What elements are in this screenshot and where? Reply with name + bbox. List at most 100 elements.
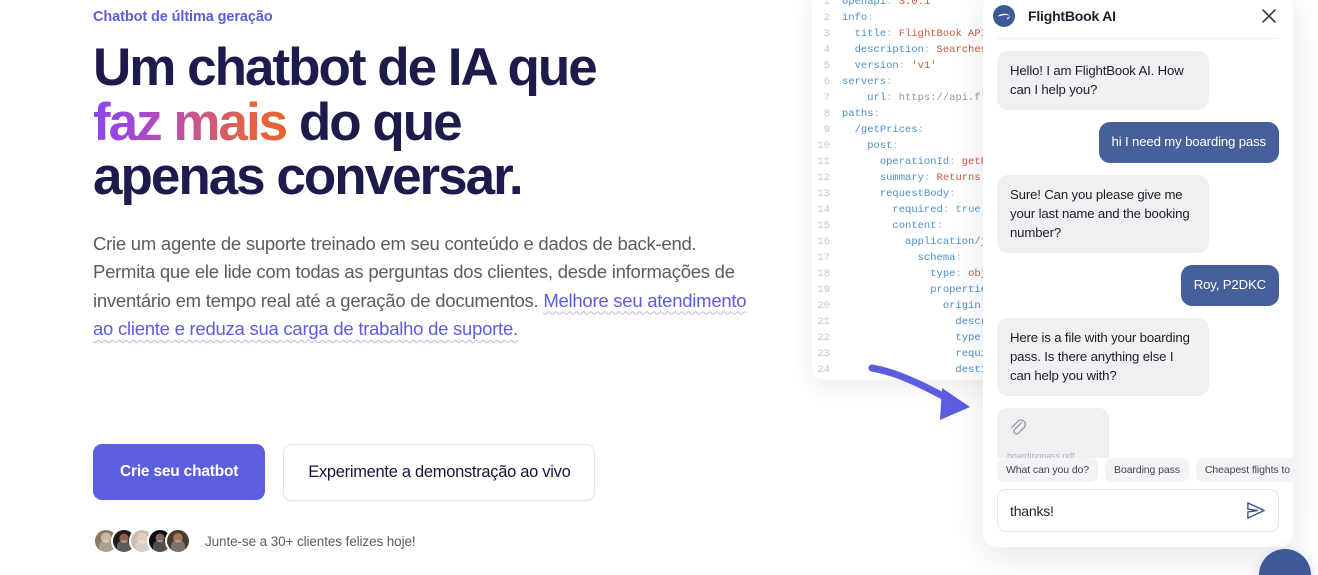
code-line: 18 type: obje [812, 266, 1002, 282]
hero-eyebrow: Chatbot de última geração [93, 9, 273, 25]
message-bubble: Sure! Can you please give me your last n… [997, 175, 1209, 254]
code-line-content: title: FlightBook API [854, 28, 987, 40]
headline-line-3: apenas conversar. [93, 147, 524, 207]
code-line-content: description: Searches [854, 44, 987, 56]
code-line-number: 15 [817, 220, 830, 232]
code-line-content: application/js [905, 236, 994, 248]
headline-gradient-text: faz mais [93, 92, 288, 152]
quick-reply-chip[interactable]: Cheapest flights to Frankfu [1195, 458, 1293, 482]
social-proof-label: Junte-se a 30+ clientes felizes hoje! [205, 533, 416, 549]
code-line-content: required: true [892, 204, 981, 216]
headline-line-2-rest: do que [286, 92, 463, 152]
code-line-number: 9 [823, 124, 830, 136]
code-line-number: 21 [817, 316, 830, 328]
flight-swoosh-icon [993, 5, 1015, 27]
code-line-number: 1 [823, 0, 830, 8]
page-root: Chatbot de última geração Um chatbot de … [0, 0, 1318, 575]
code-line: 10 post: [812, 138, 1002, 154]
code-line-number: 3 [823, 28, 830, 40]
code-line-content: url: https://api.fli [867, 92, 994, 104]
code-line-content: origin: [942, 300, 987, 312]
live-demo-button[interactable]: Experimente a demonstração ao vivo [283, 444, 596, 501]
code-line-content: type [955, 332, 981, 344]
curved-arrow-pointer-icon [868, 364, 970, 420]
quick-reply-chips: What can you do? Boarding pass Cheapest fl… [983, 458, 1293, 489]
message-bubble: Roy, P2DKC [1180, 265, 1279, 307]
code-line-number: 12 [817, 172, 830, 184]
chat-launcher-icon[interactable] [1259, 549, 1311, 575]
hero-section: Chatbot de última geração Um chatbot de … [93, 0, 793, 575]
code-line-content: requestBody: [879, 188, 956, 200]
code-line-content: openapi: 3.0.1 [842, 0, 931, 8]
send-icon[interactable] [1245, 500, 1266, 521]
attachment-message: boardingpass.pdf [997, 408, 1279, 458]
chat-title: FlightBook AI [1028, 8, 1116, 24]
code-line: 14 required: true [812, 202, 1002, 218]
code-preview-card: 1 openapi: 3.0.1 2 info: 3 title: FlightBook… [812, 0, 1002, 380]
code-line-number: 17 [817, 252, 830, 264]
code-line: 8 paths: [812, 106, 1002, 122]
message-input[interactable]: thanks! [1010, 503, 1245, 519]
code-line-content: properties [930, 284, 994, 296]
code-line: 13 requestBody: [812, 186, 1002, 202]
code-line-content: /getPrices: [854, 124, 924, 136]
code-line-number: 11 [817, 156, 830, 168]
code-line-number: 6 [823, 76, 830, 88]
code-line-number: 20 [817, 300, 830, 312]
page-title: Um chatbot de IA que faz mais do que ape… [93, 40, 793, 207]
code-line-number: 2 [823, 12, 830, 24]
code-line-content: info: [842, 12, 874, 24]
code-line-number: 5 [823, 60, 830, 72]
chat-header: FlightBook AI [983, 0, 1293, 38]
code-line-content: post: [867, 140, 899, 152]
file-name: boardingpass.pdf [1007, 451, 1075, 458]
code-line-content: schema: [917, 252, 962, 264]
bot-message: Here is a file with your boarding pass. … [997, 318, 1279, 397]
code-line-number: 7 [823, 92, 830, 104]
code-line-content: operationId: getPr [879, 156, 994, 168]
bot-message: Sure! Can you please give me your last n… [997, 175, 1279, 254]
code-line: 21 descri [812, 314, 1002, 330]
user-message: Roy, P2DKC [997, 265, 1279, 307]
message-bubble: hi I need my boarding pass [1098, 122, 1279, 164]
cta-row: Crie seu chatbot Experimente a demonstra… [93, 444, 596, 501]
user-message: hi I need my boarding pass [997, 122, 1279, 164]
social-proof: Junte-se a 30+ clientes felizes hoje! [93, 528, 416, 554]
quick-reply-chip[interactable]: What can you do? [997, 458, 1099, 482]
code-line: 9 /getPrices: [812, 122, 1002, 138]
code-line-content: type: obje [930, 268, 994, 280]
code-line-number: 4 [823, 44, 830, 56]
code-line-number: 13 [817, 188, 830, 200]
quick-reply-chip[interactable]: Boarding pass [1105, 458, 1189, 482]
code-line: 2 info: [812, 10, 1002, 26]
paperclip-icon [1007, 417, 1099, 443]
code-line-number: 16 [817, 236, 830, 248]
code-lines: 1 openapi: 3.0.1 2 info: 3 title: FlightBook… [812, 0, 1002, 378]
close-icon[interactable] [1259, 6, 1279, 26]
code-line: 17 schema: [812, 250, 1002, 266]
hero-paragraph: Crie um agente de suporte treinado em se… [93, 230, 761, 344]
code-line: 12 summary: Returns t [812, 170, 1002, 186]
code-line: 19 properties [812, 282, 1002, 298]
create-chatbot-button[interactable]: Crie seu chatbot [93, 444, 266, 500]
avatar [165, 528, 191, 554]
code-line-number: 8 [823, 108, 830, 120]
code-line-number: 10 [817, 140, 830, 152]
message-composer[interactable]: thanks! [997, 489, 1279, 532]
code-line-content: summary: Returns t [879, 172, 994, 184]
message-bubble: Here is a file with your boarding pass. … [997, 318, 1209, 397]
code-line: 11 operationId: getPr [812, 154, 1002, 170]
code-line-content: version: 'v1' [854, 60, 937, 72]
code-line: 3 title: FlightBook API [812, 26, 1002, 42]
code-line-number: 19 [817, 284, 830, 296]
code-line-number: 23 [817, 348, 830, 360]
code-line-content: descri [955, 316, 994, 328]
code-line: 5 version: 'v1' [812, 58, 1002, 74]
code-line-number: 18 [817, 268, 830, 280]
code-line-content: paths: [842, 108, 880, 120]
code-line: 7 url: https://api.fli [812, 90, 1002, 106]
chat-message-list: Hello! I am FlightBook AI. How can I hel… [983, 39, 1293, 458]
file-attachment-card[interactable]: boardingpass.pdf [997, 408, 1109, 458]
code-line-content: content: [892, 220, 943, 232]
code-line: 20 origin: [812, 298, 1002, 314]
